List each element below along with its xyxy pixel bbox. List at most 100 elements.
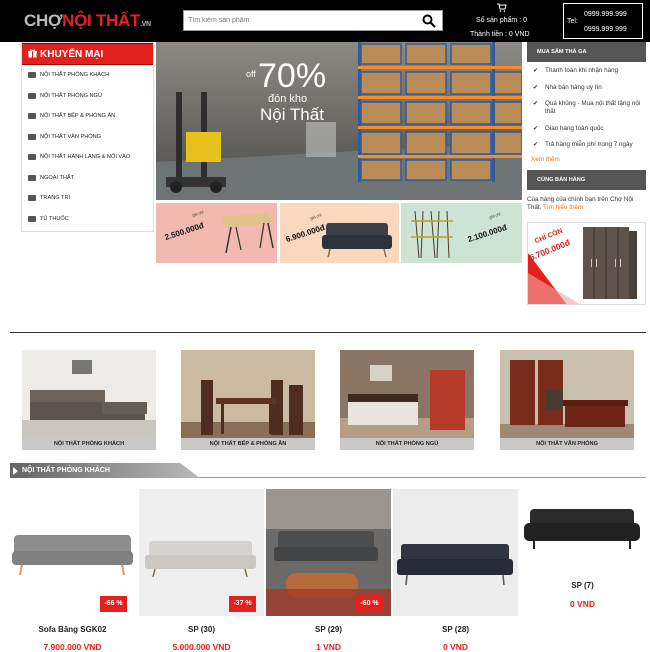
menu-title[interactable]: KHUYẾN MẠI [22,43,153,65]
menu-item-van-phong[interactable]: Nội thất văn phòng [22,127,153,148]
cart-total: Thành tiền : 0 VND [470,31,530,38]
category-tile-bep[interactable]: NỘI THẤT BẾP & PHÒNG ĂN [181,350,315,450]
menu-item-label: Nội thất phòng khách [40,72,110,79]
product-name[interactable]: Sofa Băng SGK02 [10,625,135,634]
product-card[interactable]: SP (28) 0 VND [393,489,518,652]
benefit-list: Thanh toán khi nhận hàng Nhà bán hàng uy… [527,62,646,149]
product-name[interactable]: SP (29) [266,625,391,634]
discount-badge: -60 % [356,596,383,612]
category-label: NỘI THẤT VĂN PHÒNG [500,438,634,450]
menu-item-label: Nội thất hành lang & nối vào [40,154,131,161]
product-name[interactable]: SP (30) [139,625,264,634]
menu-item-tu-thuoc[interactable]: Tủ thuốc [22,209,153,230]
bedroom-image [340,350,474,450]
wardrobe-promo[interactable]: CHỈ CÒN 5.700.000đ [527,222,646,305]
menu-item-label: Tủ thuốc [40,215,69,222]
section-title: NỘI THẤT PHÒNG KHÁCH [22,467,110,474]
product-price: 1 VND [315,642,342,652]
menu-item-trang-tri[interactable]: Trang trí [22,188,153,209]
search-box [183,10,443,31]
menu-item-label: Nội thất bếp & phòng ăn [40,113,116,120]
logo-text-part2: NỘI THẤT [62,11,141,30]
category-tile-van-phong[interactable]: NỘI THẤT VĂN PHÒNG [500,350,634,450]
office-image [500,350,634,450]
sidebar-title: MUA SẮM THẢ GA [527,42,646,62]
site-logo[interactable]: CHỢNỘI THẤT.VN [24,11,151,31]
product-price: 0 VND [569,599,596,609]
category-label: NỘI THẤT PHÒNG KHÁCH [22,438,156,450]
cart-count: Số sản phẩm : 0 [476,17,527,24]
search-input[interactable] [184,11,416,30]
product-name[interactable]: SP (7) [520,581,645,590]
hero-banner[interactable]: off 70% đón kho Nội Thất [156,42,522,200]
banner-line2: Nội Thất [260,105,324,124]
product-image [393,489,518,616]
divider [10,332,646,333]
menu-item-hanh-lang[interactable]: Nội thất hành lang & nối vào [22,147,153,168]
cabinet-icon [28,215,36,222]
section-title-bar[interactable]: NỘI THẤT PHÒNG KHÁCH [10,463,200,478]
menu-item-label: Nội thất phòng ngủ [40,92,102,99]
category-tile-phong-khach[interactable]: NỘI THẤT PHÒNG KHÁCH [22,350,156,450]
product-card[interactable]: -37 % SP (30) 5.000.000 VND [139,489,264,652]
learn-more-link[interactable]: Tìm hiểu thêm [543,204,583,211]
sell-title: CÙNG BÁN HÀNG [527,169,646,190]
discount-badge: -37 % [229,596,256,612]
utensils-icon [28,113,36,120]
banner-percent: 70% [258,57,327,95]
product-card[interactable]: SP (7) 0 VND [520,489,645,650]
benefit-item: Trả hàng miễn phí trong 7 ngày [530,141,646,149]
section-header-phong-khach: NỘI THẤT PHÒNG KHÁCH [10,463,646,478]
dining-room-image [181,350,315,450]
office-chair-icon [28,133,36,140]
benefit-item: Nhà bán hàng uy tín [530,84,646,92]
warehouse-image [156,42,522,200]
benefit-item: Thanh toán khi nhận hàng [530,67,646,75]
shopping-sidebar: MUA SẮM THẢ GA Thanh toán khi nhận hàng … [527,42,646,212]
product-image [520,489,645,569]
menu-item-label: Ngoại thất [40,174,75,181]
search-icon[interactable] [422,14,436,28]
product-price: 7.900.000 VND [43,642,102,652]
decor-icon [28,195,36,202]
category-label: NỘI THẤT PHÒNG NGỦ [340,438,474,450]
category-menu: KHUYẾN MẠI Nội thất phòng khách Nội thất… [21,42,154,232]
phone-1[interactable]: 0999.999.999 [584,11,627,18]
menu-item-phong-ngu[interactable]: Nội thất phòng ngủ [22,86,153,107]
menu-item-bep[interactable]: Nội thất bếp & phòng ăn [22,106,153,127]
garden-icon [28,174,36,181]
logo-text-part3: .VN [140,21,151,28]
menu-title-text: KHUYẾN MẠI [40,49,104,60]
banner-off-label: off [246,69,256,79]
benefit-item: Giao hàng toàn quốc [530,125,646,133]
arrow-right-icon [13,467,18,475]
banner-line1: đón kho [268,93,308,105]
tel-label: Tel: [567,18,578,25]
cart-icon [497,3,507,12]
product-price: 5.000.000 VND [172,642,231,652]
bed-icon [28,92,36,99]
menu-item-ngoai-that[interactable]: Ngoại thất [22,168,153,189]
sofa-icon [28,72,36,79]
product-card[interactable]: -66 % Sofa Băng SGK02 7.900.000 VND [10,489,135,652]
benefit-item: Quá khủng - Mua nội thất tặng nội thất [530,100,646,116]
product-card[interactable]: -60 % SP (29) 1 VND [266,489,391,652]
menu-item-phong-khach[interactable]: Nội thất phòng khách [22,65,153,86]
menu-item-label: Nội thất văn phòng [40,133,102,140]
living-room-image [22,350,156,450]
product-name[interactable]: SP (28) [393,625,518,634]
door-icon [28,154,36,161]
promo-tile-1[interactable]: giá chỉ 2.500.000đ [156,203,277,263]
rack-image [411,210,453,259]
sell-description: Cùa hàng của chính bạn trên Chợ Nội Thất… [527,190,646,212]
phone-2[interactable]: 0999.999.999 [584,26,627,33]
category-label: NỘI THẤT BẾP & PHÒNG ĂN [181,438,315,450]
promo-tile-2[interactable]: giá chỉ 6.900.000đ [280,203,399,263]
category-tile-phong-ngu[interactable]: NỘI THẤT PHÒNG NGỦ [340,350,474,450]
site-header: CHỢNỘI THẤT.VN Số sản phẩm : 0 Thành tiề… [0,0,650,42]
see-more-link[interactable]: Xem thêm [527,156,646,163]
contact-box: Tel: 0999.999.999 0999.999.999 [563,3,643,39]
menu-item-label: Trang trí [40,195,71,202]
promo-tile-3[interactable]: giá chỉ 2.100.000đ [401,203,522,263]
gift-icon [28,49,37,58]
